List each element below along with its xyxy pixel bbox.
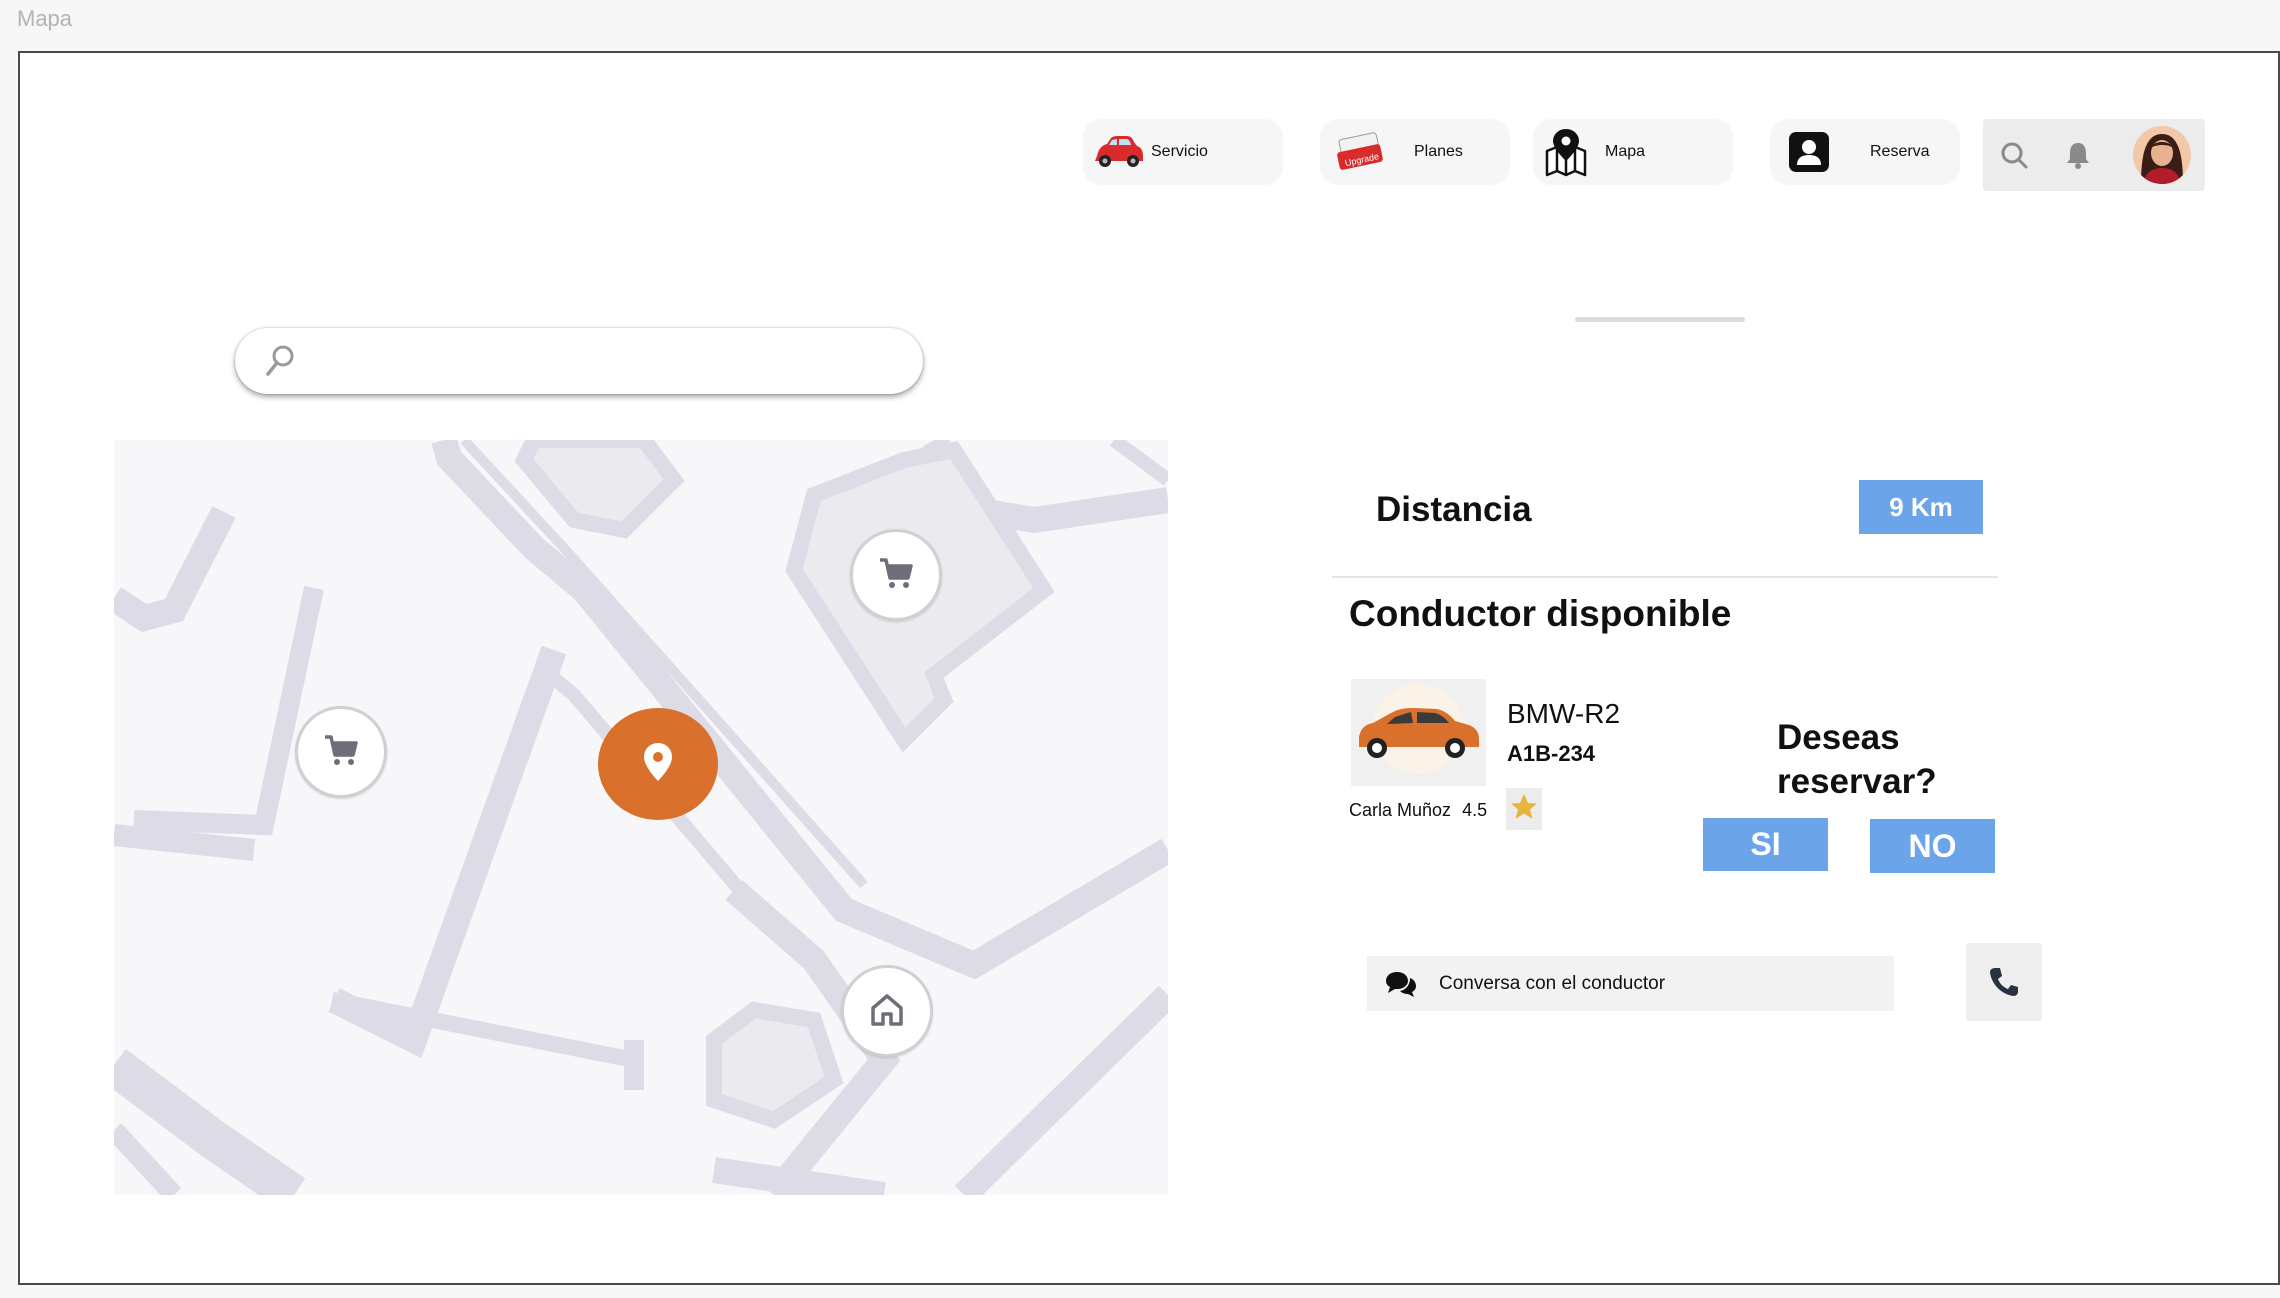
search-input[interactable] [297, 327, 923, 395]
car-plate: A1B-234 [1507, 741, 1596, 766]
map-pin-icon [1539, 127, 1593, 177]
frame-title: Mapa [17, 6, 73, 31]
distance-value-badge: 9 Km [1859, 480, 1983, 534]
search-icon[interactable] [1997, 138, 2031, 172]
red-car-icon [1089, 134, 1147, 170]
search-bar[interactable] [235, 327, 923, 395]
cart-icon [878, 556, 914, 595]
call-button[interactable] [1966, 943, 2042, 1021]
chat-bubble-icon [1385, 969, 1417, 999]
phone-icon [1987, 965, 2021, 999]
rating-star [1506, 788, 1542, 830]
current-location-marker[interactable] [598, 708, 718, 820]
nav-mapa[interactable]: Mapa [1533, 119, 1733, 185]
nav-mapa-label: Mapa [1605, 143, 1646, 160]
nav-servicio-label: Servicio [1151, 143, 1208, 160]
app-frame: Servicio Upgrade Planes Mapa Reserva Dis… [18, 51, 2280, 1285]
no-button[interactable]: NO [1870, 819, 1995, 873]
driver-section-title: Conductor disponible [1349, 593, 1732, 634]
avatar[interactable] [2133, 126, 2191, 184]
orange-car-icon [1359, 684, 1479, 774]
nav-planes[interactable]: Upgrade Planes [1320, 119, 1510, 185]
nav-planes-label: Planes [1414, 143, 1463, 160]
location-pin-icon [641, 741, 675, 788]
drag-handle[interactable] [1575, 317, 1745, 322]
chat-with-driver-button[interactable]: Conversa con el conductor [1367, 956, 1894, 1011]
section-divider [1332, 576, 1998, 578]
map-view[interactable] [114, 440, 1168, 1195]
driver-rating: 4.5 [1462, 800, 1488, 820]
driver-info: Carla Muñoz 4.5 [1349, 800, 1487, 821]
car-thumbnail [1351, 679, 1486, 786]
cart-marker[interactable] [295, 706, 387, 798]
bell-icon[interactable] [2061, 138, 2095, 172]
search-icon [263, 343, 297, 379]
yes-button[interactable]: SI [1703, 818, 1828, 871]
chat-label: Conversa con el conductor [1439, 972, 1666, 994]
contact-card-icon [1786, 131, 1832, 173]
reserve-question: Deseas reservar? [1777, 718, 1937, 801]
cart-icon [323, 733, 359, 772]
upgrade-ticket-icon: Upgrade [1330, 130, 1390, 174]
cart-marker[interactable] [850, 529, 942, 621]
header-actions [1983, 119, 2205, 191]
car-model: BMW-R2 [1507, 698, 1621, 729]
nav-servicio[interactable]: Servicio [1083, 119, 1283, 185]
distance-label: Distancia [1376, 490, 1532, 529]
driver-name: Carla Muñoz [1349, 800, 1452, 820]
nav-reserva-label: Reserva [1870, 143, 1930, 160]
nav-reserva[interactable]: Reserva [1770, 119, 1960, 185]
home-icon [869, 991, 905, 1032]
star-icon [1509, 792, 1539, 827]
home-marker[interactable] [841, 965, 933, 1057]
